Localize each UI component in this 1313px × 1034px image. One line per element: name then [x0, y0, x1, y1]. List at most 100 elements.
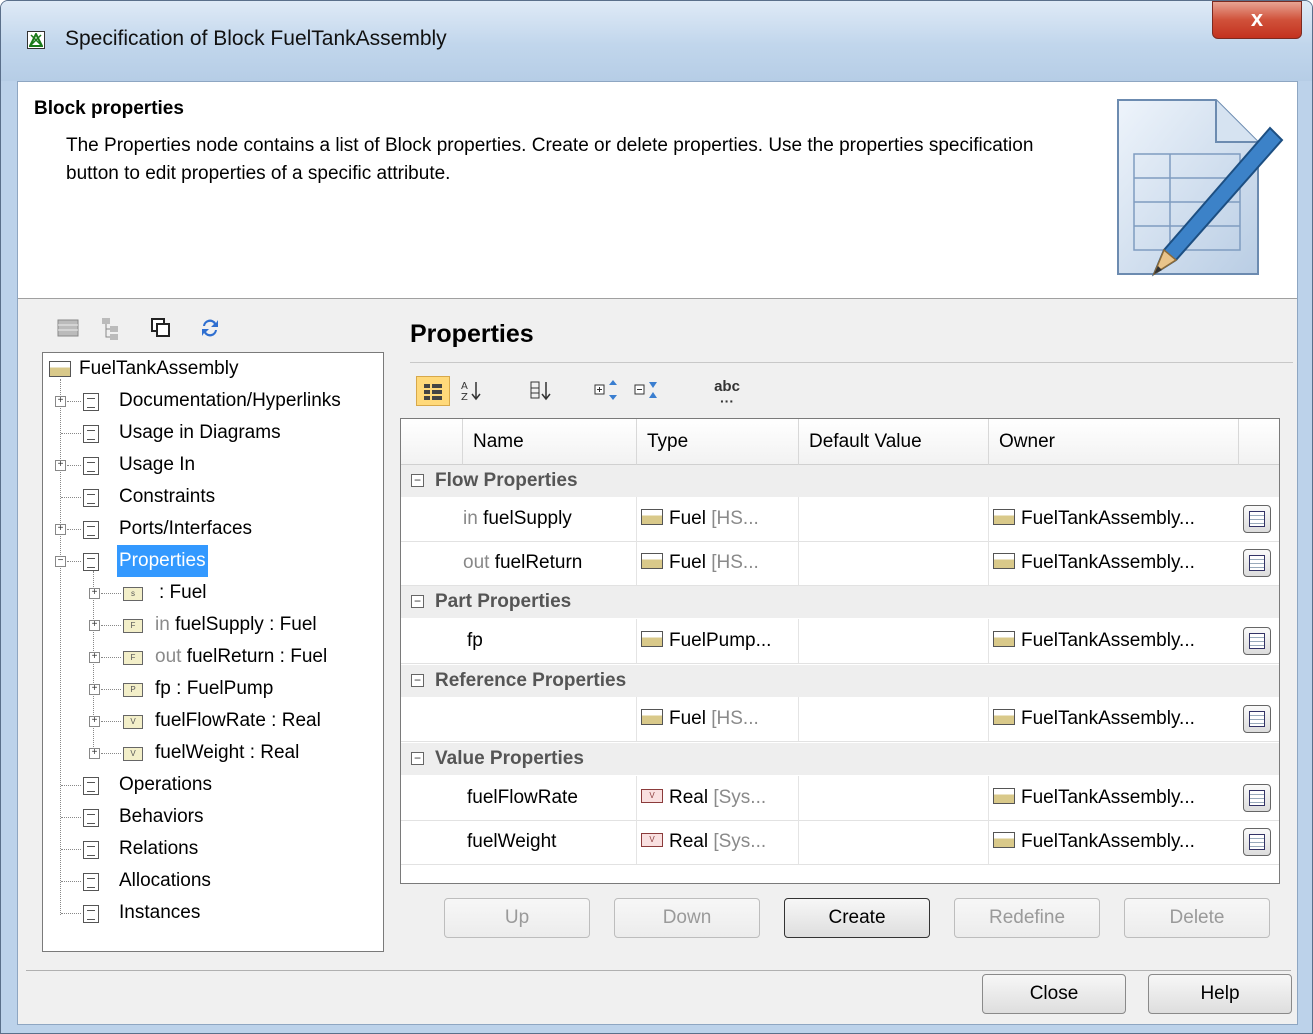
block-icon: [641, 631, 663, 648]
node-icon: [83, 393, 99, 411]
node-icon: [83, 425, 99, 443]
column-header-name[interactable]: Name: [463, 419, 637, 465]
expand-icon[interactable]: +: [89, 684, 100, 695]
child-name: fp: [155, 678, 171, 699]
expand-icon[interactable]: +: [89, 620, 100, 631]
block-icon: [641, 709, 663, 726]
child-name: fuelFlowRate: [155, 710, 266, 731]
collapse-icon[interactable]: −: [55, 556, 66, 567]
row-type: Fuel: [669, 708, 706, 729]
table-row[interactable]: fuelFlowRate V Real [Sys... FuelTankAssem…: [401, 776, 1279, 821]
specification-button[interactable]: [1243, 549, 1271, 577]
collapse-icon[interactable]: −: [411, 595, 424, 608]
grouped-view-icon[interactable]: [416, 376, 450, 406]
expand-icon[interactable]: +: [89, 588, 100, 599]
properties-toolbar: AZ abc ···: [410, 370, 810, 410]
property-icon: V: [123, 747, 143, 761]
node-icon: [83, 489, 99, 507]
tree-item-label: Usage In: [119, 454, 196, 475]
row-default[interactable]: [799, 497, 989, 541]
collapse-all-icon[interactable]: [630, 376, 664, 406]
group-flow-properties[interactable]: − Flow Properties: [401, 465, 1279, 497]
sort-by-type-icon[interactable]: [524, 376, 558, 406]
tree-view-icon[interactable]: [98, 314, 126, 342]
node-icon: [83, 905, 99, 923]
tree-connector: [101, 753, 121, 754]
help-button[interactable]: Help: [1148, 974, 1292, 1014]
document-pencil-icon: [1117, 99, 1284, 277]
tree-connector: [67, 401, 81, 402]
tree-connector: [101, 657, 121, 658]
column-header-default[interactable]: Default Value: [799, 419, 989, 465]
tree-item-label: Behaviors: [119, 806, 204, 827]
row-default[interactable]: [799, 820, 989, 864]
tree-connector: [61, 497, 81, 498]
table-row[interactable]: out fuelReturn Fuel [HS... FuelTankAssem…: [401, 541, 1279, 586]
table-header-spacer: [1239, 419, 1279, 465]
row-owner: FuelTankAssembly...: [1021, 708, 1195, 729]
table-row[interactable]: in fuelSupply Fuel [HS... FuelTankAssemb…: [401, 497, 1279, 542]
group-value-properties[interactable]: − Value Properties: [401, 743, 1279, 775]
specification-button[interactable]: [1243, 505, 1271, 533]
table-row[interactable]: fuelWeight V Real [Sys... FuelTankAssembl…: [401, 820, 1279, 865]
sort-alphabetical-icon[interactable]: AZ: [454, 376, 488, 406]
row-type-extra: [Sys...: [713, 787, 767, 808]
specification-button[interactable]: [1243, 705, 1271, 733]
tree-item-label: Properties: [117, 545, 208, 577]
tree-item-label: Ports/Interfaces: [119, 518, 253, 539]
expand-icon[interactable]: +: [89, 716, 100, 727]
table-row[interactable]: Fuel [HS... FuelTankAssembly...: [401, 697, 1279, 742]
create-button[interactable]: Create: [784, 898, 930, 938]
block-icon: [993, 709, 1015, 726]
collapse-icon[interactable]: −: [411, 474, 424, 487]
expand-icon[interactable]: +: [55, 524, 66, 535]
delete-button[interactable]: Delete: [1124, 898, 1270, 938]
expand-all-icon[interactable]: [590, 376, 624, 406]
refresh-icon[interactable]: [196, 314, 224, 342]
child-type: : FuelPump: [170, 678, 274, 699]
tree-connector: [67, 561, 81, 562]
expand-icon[interactable]: +: [55, 460, 66, 471]
column-header-owner[interactable]: Owner: [989, 419, 1239, 465]
row-default[interactable]: [799, 776, 989, 820]
collapse-icon[interactable]: −: [411, 752, 424, 765]
close-button[interactable]: Close: [982, 974, 1126, 1014]
group-part-properties[interactable]: − Part Properties: [401, 586, 1279, 618]
child-type: : Real: [265, 710, 321, 731]
title-bar[interactable]: Specification of Block FuelTankAssembly …: [1, 1, 1312, 81]
window-close-button[interactable]: x: [1212, 1, 1302, 39]
row-default[interactable]: [799, 619, 989, 663]
redefine-button[interactable]: Redefine: [954, 898, 1100, 938]
node-icon: [83, 777, 99, 795]
tree-connector: [67, 529, 81, 530]
row-direction: in: [463, 508, 478, 529]
row-type: Fuel: [669, 552, 706, 573]
navigation-tree: FuelTankAssembly + Documentation/Hyperli…: [42, 352, 384, 952]
specification-button[interactable]: [1243, 627, 1271, 655]
down-button[interactable]: Down: [614, 898, 760, 938]
copy-icon[interactable]: [146, 314, 174, 342]
up-button[interactable]: Up: [444, 898, 590, 938]
expand-icon[interactable]: +: [89, 748, 100, 759]
row-type: Fuel: [669, 508, 706, 529]
node-icon: [83, 841, 99, 859]
collapse-icon[interactable]: −: [411, 674, 424, 687]
header-description: The Properties node contains a list of B…: [66, 135, 1034, 184]
show-names-icon[interactable]: abc ···: [710, 376, 744, 408]
table-view-icon[interactable]: [54, 314, 82, 342]
divider: [26, 970, 1291, 971]
expand-icon[interactable]: +: [89, 652, 100, 663]
child-direction: in: [155, 614, 176, 635]
block-icon: [641, 509, 663, 526]
specification-button[interactable]: [1243, 784, 1271, 812]
expand-icon[interactable]: +: [55, 396, 66, 407]
divider: [410, 362, 1293, 363]
row-default[interactable]: [799, 541, 989, 585]
tree-item-label: Documentation/Hyperlinks: [119, 390, 341, 411]
group-reference-properties[interactable]: − Reference Properties: [401, 665, 1279, 697]
row-name: fuelReturn: [494, 552, 583, 573]
column-header-type[interactable]: Type: [637, 419, 799, 465]
table-row[interactable]: fp FuelPump... FuelTankAssembly...: [401, 619, 1279, 664]
specification-button[interactable]: [1243, 828, 1271, 856]
row-default[interactable]: [799, 697, 989, 741]
